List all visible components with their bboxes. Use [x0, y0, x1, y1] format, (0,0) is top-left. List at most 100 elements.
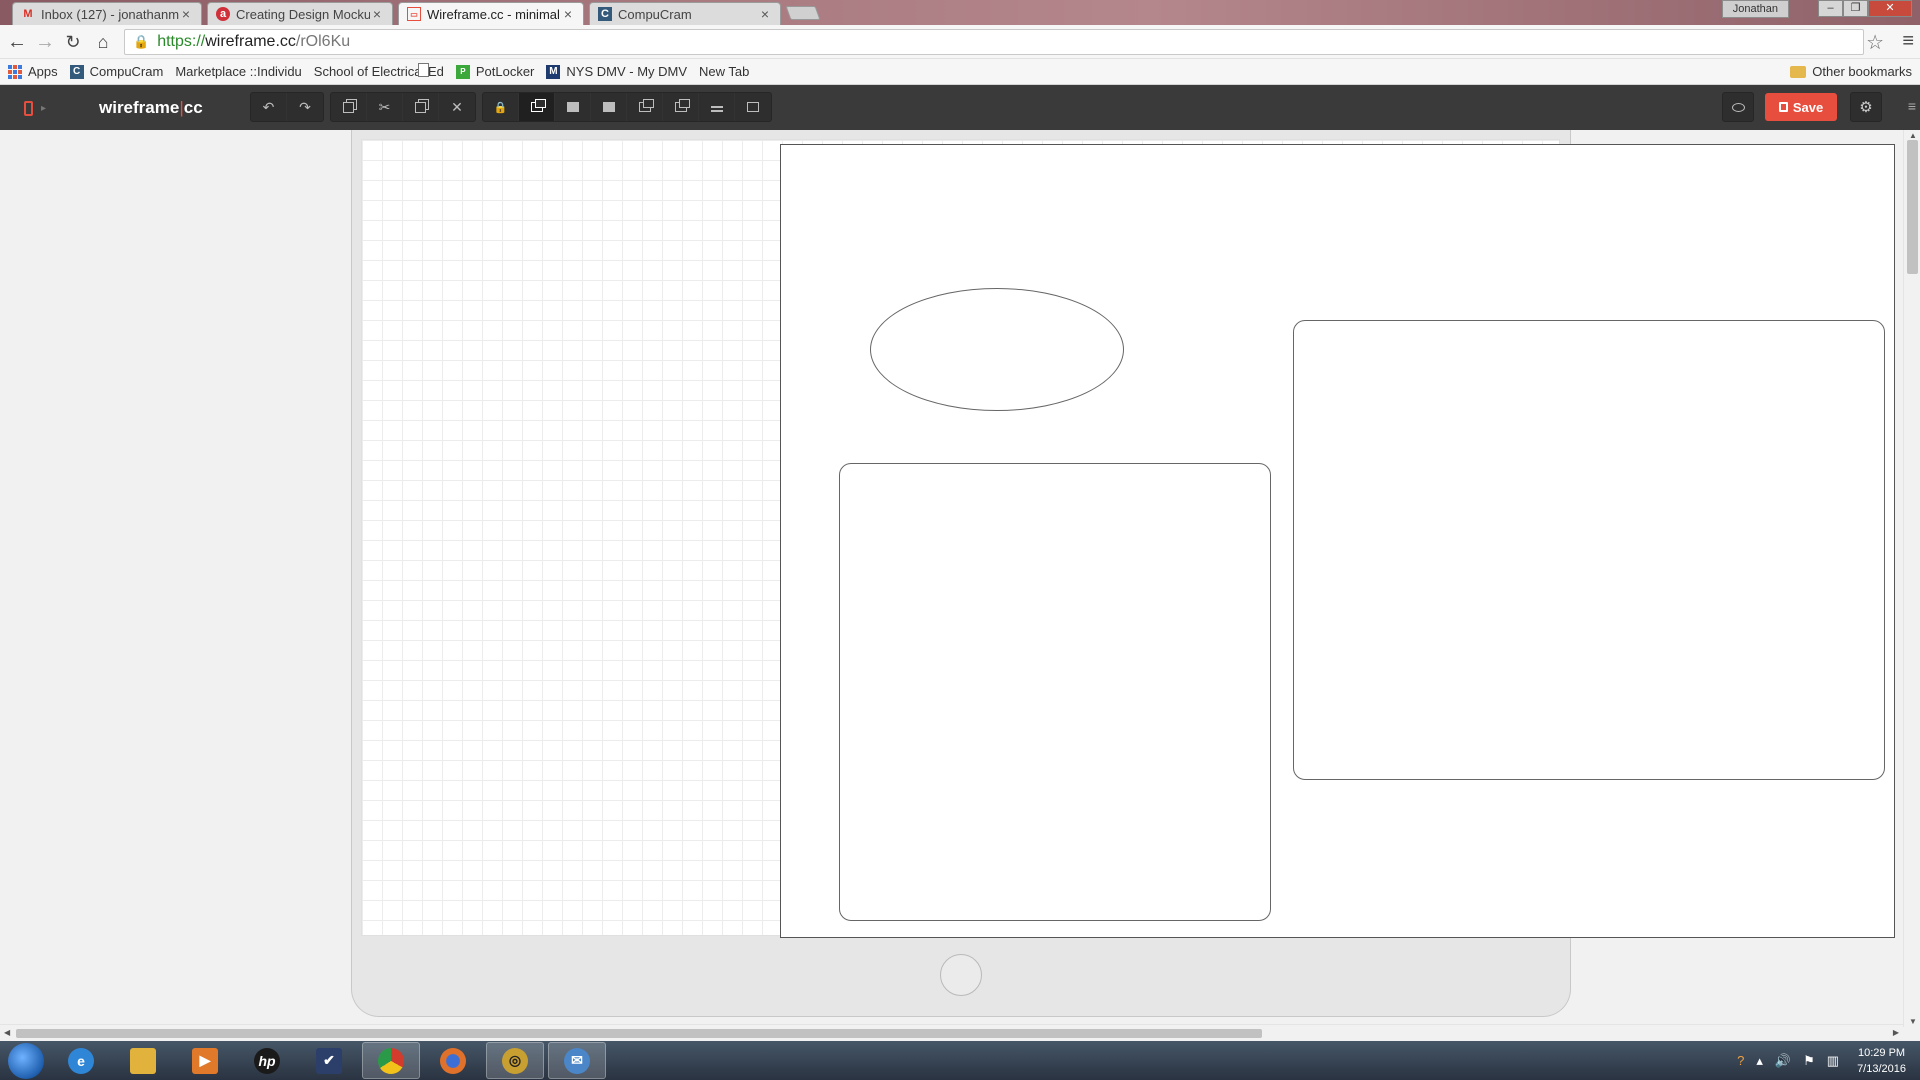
taskbar-internet-explorer[interactable]: e: [52, 1042, 110, 1079]
back-arrow-icon[interactable]: ←: [6, 31, 28, 53]
taskbar-firefox[interactable]: [424, 1042, 482, 1079]
action-center-icon[interactable]: ⚑: [1803, 1053, 1815, 1069]
taskbar-mail-app[interactable]: ✉: [548, 1042, 606, 1079]
lock-icon: 🔒: [493, 101, 508, 114]
close-tab-icon[interactable]: ×: [370, 6, 384, 22]
left-box-shape[interactable]: [839, 463, 1271, 921]
new-tab-button[interactable]: [785, 6, 821, 20]
bookmark-new-tab[interactable]: New Tab: [418, 63, 749, 79]
close-icon: ✕: [451, 98, 463, 115]
close-tab-icon[interactable]: ×: [179, 6, 193, 22]
canvas-grid[interactable]: [361, 139, 1895, 938]
taskbar-chrome[interactable]: [362, 1042, 420, 1079]
home-icon[interactable]: ⌂: [92, 31, 114, 53]
close-tab-icon[interactable]: ×: [758, 6, 772, 22]
horizontal-scroll-thumb[interactable]: [16, 1029, 1262, 1038]
network-icon[interactable]: ▥: [1827, 1053, 1839, 1069]
firefox-icon: [440, 1047, 466, 1074]
align-button[interactable]: [699, 93, 735, 121]
bookmark-marketplace[interactable]: Marketplace ::Individu: [175, 63, 429, 79]
scroll-up-arrow-icon[interactable]: ▲: [1909, 131, 1917, 140]
bookmark-compucram[interactable]: C CompuCram: [69, 64, 163, 79]
page-icon: [418, 63, 429, 77]
scroll-down-arrow-icon[interactable]: ▼: [1909, 1017, 1917, 1026]
tab-title: CompuCram: [618, 6, 692, 22]
help-alert-icon[interactable]: ?: [1737, 1053, 1744, 1068]
minimize-button[interactable]: –: [1818, 0, 1843, 17]
undo-button[interactable]: ↶: [251, 93, 287, 121]
close-tab-icon[interactable]: ×: [561, 6, 575, 22]
hamburger-menu-icon[interactable]: ≡: [1908, 98, 1916, 114]
scissors-icon: ✂: [378, 98, 391, 115]
forward-arrow-icon[interactable]: →: [34, 31, 56, 53]
bookmark-nys-dmv[interactable]: M NYS DMV - My DMV: [546, 64, 687, 79]
copy-button[interactable]: [331, 93, 367, 121]
scroll-left-arrow-icon[interactable]: ◀: [4, 1028, 10, 1037]
cut-button[interactable]: ✂: [367, 93, 403, 121]
bring-forward-icon: [566, 102, 579, 112]
bring-forward-button[interactable]: [555, 93, 591, 121]
frame-button[interactable]: [735, 93, 771, 121]
taskbar-media-player[interactable]: ▶: [176, 1042, 234, 1079]
wireframe-page[interactable]: [780, 144, 1895, 938]
wireframe-icon: ▭: [407, 7, 421, 21]
ellipse-shape[interactable]: [870, 288, 1124, 411]
taskbar-hp[interactable]: hp: [238, 1042, 296, 1079]
bookmark-star-icon[interactable]: ☆: [1866, 30, 1884, 55]
bookmark-potlocker[interactable]: P PotLocker: [455, 64, 534, 79]
horizontal-scrollbar[interactable]: ◀ ▶: [0, 1024, 1903, 1041]
tab-compucram[interactable]: C CompuCram ×: [589, 2, 781, 25]
tab-design-mockups[interactable]: a Creating Design Mockups ×: [207, 2, 393, 25]
bring-to-front-button[interactable]: [519, 93, 555, 121]
tab-inbox[interactable]: M Inbox (127) - jonathanmc ×: [12, 2, 202, 25]
taskbar-file-explorer[interactable]: [114, 1042, 172, 1079]
volume-icon[interactable]: 🔊: [1775, 1053, 1791, 1069]
show-hidden-icons-icon[interactable]: ▴: [1756, 1053, 1763, 1069]
bookmark-label: NYS DMV - My DMV: [566, 64, 688, 79]
globe-icon: ◎: [502, 1047, 528, 1074]
tab-wireframe[interactable]: ▭ Wireframe.cc - minimal w ×: [398, 2, 584, 25]
paste-button[interactable]: [403, 93, 439, 121]
apps-grid-icon: [8, 64, 22, 79]
hp-icon: hp: [254, 1047, 280, 1074]
right-box-shape[interactable]: [1293, 320, 1885, 780]
save-button[interactable]: Save: [1765, 93, 1837, 121]
lock-button[interactable]: 🔒: [483, 93, 519, 121]
send-backward-button[interactable]: [591, 93, 627, 121]
taskbar-task-app[interactable]: ✔: [300, 1042, 358, 1079]
address-bar[interactable]: 🔒 https:// wireframe.cc /rOl6Ku: [124, 29, 1864, 55]
taskbar-globe-app[interactable]: ◎: [486, 1042, 544, 1079]
tablet-device-icon: [24, 100, 33, 116]
delete-button[interactable]: ✕: [439, 93, 475, 121]
tab-title: Creating Design Mockups: [236, 6, 370, 22]
clock-time: 10:29 PM: [1857, 1046, 1906, 1059]
vertical-scrollbar[interactable]: ▲ ▼: [1903, 130, 1920, 1027]
redo-button[interactable]: ↷: [287, 93, 323, 121]
browser-toolbar: ← → ↻ ⌂ 🔒 https:// wireframe.cc /rOl6Ku: [0, 25, 1920, 59]
task-app-icon: ✔: [316, 1047, 342, 1074]
bookmark-label: Apps: [28, 64, 58, 79]
browser-menu-icon[interactable]: ≡: [1902, 30, 1914, 53]
group-button[interactable]: [663, 93, 699, 121]
maximize-button[interactable]: ❐: [1843, 0, 1868, 17]
undo-icon: ↶: [262, 98, 275, 115]
profile-badge[interactable]: Jonathan: [1721, 0, 1789, 18]
tab-title: Wireframe.cc - minimal w: [427, 6, 561, 22]
potlocker-icon: P: [455, 64, 470, 79]
send-to-back-button[interactable]: [627, 93, 663, 121]
comment-button[interactable]: [1722, 92, 1754, 122]
caret-right-icon: ▸: [41, 102, 47, 114]
scroll-right-arrow-icon[interactable]: ▶: [1893, 1028, 1899, 1037]
other-bookmarks[interactable]: Other bookmarks: [1790, 64, 1912, 79]
reload-icon[interactable]: ↻: [62, 31, 84, 53]
close-window-button[interactable]: ✕: [1868, 0, 1912, 17]
start-button[interactable]: [8, 1042, 44, 1079]
bookmark-label: Marketplace ::Individu: [175, 64, 302, 79]
settings-button[interactable]: ⚙: [1850, 92, 1882, 122]
bookmark-apps[interactable]: Apps: [8, 64, 58, 79]
save-label: Save: [1792, 99, 1824, 115]
taskbar-clock[interactable]: 10:29 PM 7/13/2016: [1857, 1045, 1906, 1077]
send-to-back-icon: [638, 99, 654, 112]
device-selector[interactable]: ▸: [12, 93, 52, 123]
vertical-scroll-thumb[interactable]: [1907, 140, 1918, 274]
